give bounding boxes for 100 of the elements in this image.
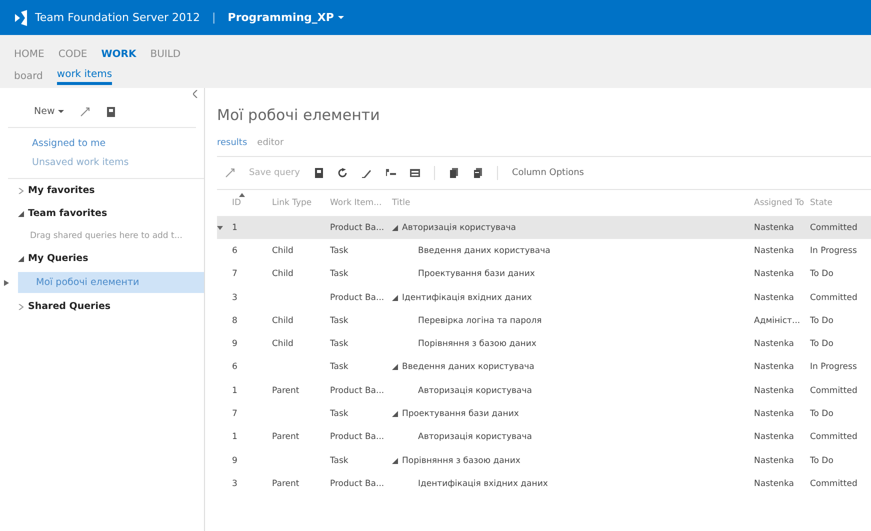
state-cell-text: To Do (809, 339, 834, 350)
pencil-icon[interactable] (362, 168, 372, 178)
work-item-type-cell-text: Product Ba... (329, 432, 386, 442)
refresh-icon[interactable] (338, 168, 348, 178)
query-item[interactable]: Мої робочі елементи (18, 272, 204, 293)
page-tab[interactable]: board (14, 68, 43, 84)
link-type-cell-text: Child (271, 269, 294, 280)
state-cell-text: Committed (809, 386, 858, 396)
id-cell-text: 1 (231, 386, 238, 396)
title-cell: Порівняння з базою даних (402, 456, 520, 466)
query-folder[interactable]: Team favorites (0, 202, 204, 225)
column-options-button[interactable]: Column Options (512, 168, 584, 178)
state-cell-text: Committed (809, 478, 858, 489)
column-header[interactable]: Assigned To (751, 198, 807, 208)
assigned-to-cell-text: Nastenka (753, 456, 795, 466)
selected-row[interactable]: 1 Product Ba... Авторизація користувача Nastenka Committed (217, 216, 871, 240)
assigned-to-cell-text: Nastenka (753, 386, 795, 396)
copy-icon[interactable] (472, 168, 483, 178)
link-type-cell-text: Parent (271, 478, 300, 489)
id-cell-text: 9 (231, 339, 238, 350)
title-cell: Перевірка логіна та пароля (418, 316, 542, 326)
title-cell: Ідентифікація вхідних даних (402, 292, 532, 303)
work-item-type-cell-text: Task (329, 339, 350, 350)
id-cell-text: 6 (231, 362, 238, 372)
sort-icon (239, 193, 245, 197)
column-header[interactable]: Work Item... (327, 198, 389, 208)
title-cell: Проектування бази даних (418, 269, 535, 280)
column-header[interactable]: ID (229, 198, 269, 208)
work-item-type-cell-text: Product Ba... (329, 478, 386, 489)
hub-tab[interactable]: CODE (58, 46, 88, 62)
collapsed-icon (18, 304, 24, 310)
hub-tab[interactable]: WORK (101, 46, 136, 62)
expanded-icon[interactable] (392, 294, 398, 301)
work-item-type-cell-text: Task (329, 246, 350, 256)
collapsed-icon (18, 188, 24, 194)
state-cell-text: Committed (809, 222, 858, 233)
save-query-button[interactable]: Save query (249, 168, 300, 178)
expanded-icon[interactable] (392, 224, 398, 231)
view-tab[interactable]: editor (257, 138, 284, 148)
logo-icon (14, 10, 27, 26)
page-tab[interactable]: work items (56, 67, 112, 85)
assigned-to-cell-text: Nastenka (753, 339, 795, 350)
state-cell-text: To Do (809, 316, 834, 326)
link-icon (80, 106, 90, 116)
document-icon[interactable] (314, 168, 324, 178)
view-tab[interactable]: results (217, 138, 248, 148)
hub-tab[interactable]: BUILD (150, 46, 181, 62)
expanded-icon[interactable] (392, 411, 398, 418)
expanded-icon (18, 210, 24, 216)
expanded-icon[interactable] (392, 364, 398, 370)
selected-marker-icon (4, 280, 9, 286)
column-header[interactable]: State (807, 198, 871, 208)
assigned-to-cell-text: Nastenka (753, 432, 795, 442)
caret-icon (338, 16, 344, 19)
title-cell: Проектування бази даних (402, 409, 519, 420)
id-cell-text: 3 (231, 292, 238, 303)
query-link[interactable]: Unsaved work items (32, 157, 180, 168)
table-icon[interactable] (410, 168, 420, 178)
column-header[interactable]: Link Type (269, 198, 327, 208)
copy-icon[interactable] (448, 168, 459, 178)
work-item-type-cell-text: Task (329, 316, 350, 326)
title-cell: Авторизація користувача (402, 222, 516, 233)
hub-tab[interactable]: HOME (14, 46, 44, 62)
title-cell: Введення даних користувача (418, 246, 550, 256)
id-cell-text: 9 (231, 456, 238, 466)
id-cell-text: 1 (231, 432, 238, 442)
expanded-icon[interactable] (392, 458, 398, 464)
work-item-type-cell-text: Task (329, 362, 350, 372)
assigned-to-cell-text: Nastenka (753, 409, 795, 420)
title-cell: Введення даних користувача (402, 362, 534, 372)
state-cell-text: In Progress (809, 246, 858, 256)
assigned-to-cell-text: Nastenka (753, 269, 795, 280)
state-cell-text: To Do (809, 269, 834, 280)
product-name: Team Foundation Server 2012 (35, 11, 200, 24)
link-icon[interactable] (225, 168, 235, 178)
title-cell: Порівняння з базою даних (418, 339, 536, 350)
link-type-cell-text: Parent (271, 432, 300, 442)
assigned-to-cell-text: Nastenka (753, 222, 795, 233)
id-cell-text: 7 (231, 409, 238, 420)
row-marker-icon (217, 226, 223, 230)
query-folder[interactable]: Shared Queries (0, 295, 204, 318)
collapse-icon (193, 90, 198, 98)
query-folder[interactable]: My Queries (0, 247, 204, 270)
state-cell-text: Committed (809, 432, 858, 442)
document-icon (106, 106, 116, 116)
new-button[interactable]: New (34, 106, 64, 117)
assigned-to-cell-text: Nastenka (753, 292, 795, 303)
separator: | (212, 11, 216, 24)
caret-icon (58, 110, 64, 113)
query-link[interactable]: Assigned to me (32, 138, 180, 149)
id-cell-text: 1 (231, 222, 238, 233)
link-type-cell-text: Child (271, 246, 294, 256)
assigned-to-cell-text: Nastenka (753, 478, 795, 489)
assigned-to-cell-text: Nastenka (753, 362, 795, 372)
link-type-cell-text: Child (271, 316, 294, 326)
column-header[interactable]: Title (389, 198, 751, 208)
work-item-type-cell-text: Product Ba... (329, 386, 386, 396)
query-folder[interactable]: My favorites (0, 179, 204, 202)
id-cell-text: 8 (231, 316, 238, 326)
project-selector[interactable]: Programming_XP (228, 11, 344, 24)
